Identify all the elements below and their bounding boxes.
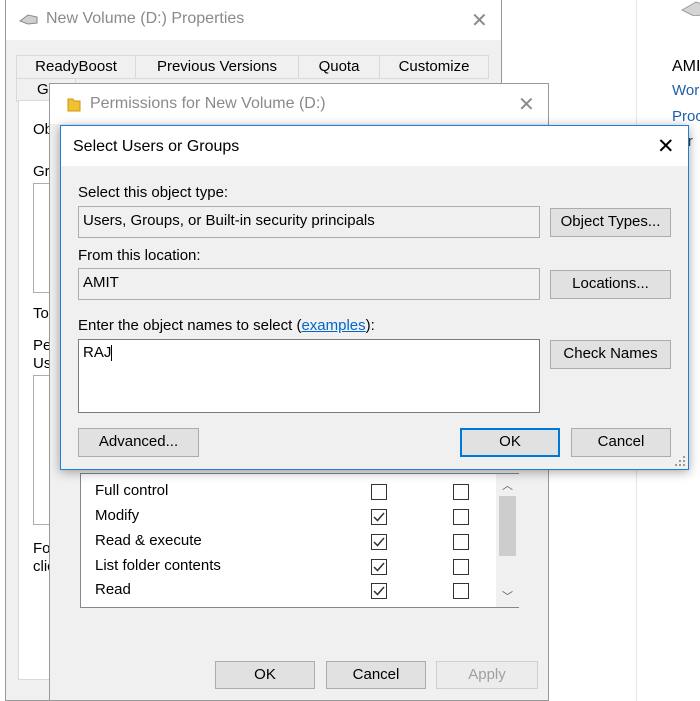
tab-customize[interactable]: Customize [379,55,489,79]
tab-readyboost[interactable]: ReadyBoost [16,55,136,79]
permission-row: Read & execute [95,532,202,556]
explorer-detail-line: Wor [672,82,700,99]
object-types-button[interactable]: Object Types... [550,208,671,237]
advanced-button[interactable]: Advanced... [78,428,199,457]
deny-checkbox[interactable] [453,484,469,500]
permission-row: List folder contents [95,557,221,581]
explorer-detail-line: Proc [672,108,700,125]
deny-checkbox[interactable] [453,509,469,525]
object-type-label: Select this object type: [78,184,229,201]
permission-label: Modify [95,507,140,524]
properties-title: New Volume (D:) Properties [46,10,245,27]
ok-button[interactable]: OK [460,428,560,457]
allow-checkbox[interactable] [371,583,387,599]
object-type-field: Users, Groups, or Built-in security prin… [78,206,540,238]
cancel-button[interactable]: Cancel [571,428,671,457]
apply-button[interactable]: Apply [436,661,538,689]
permissions-title: Permissions for New Volume (D:) [90,95,326,112]
permissions-list[interactable]: Full control Modify Read & execute List … [80,473,519,608]
ok-button[interactable]: OK [215,661,315,689]
scrollbar[interactable]: ︿ ﹀ [496,474,519,607]
scrollbar-thumb[interactable] [499,496,516,556]
deny-checkbox[interactable] [453,559,469,575]
check-names-button[interactable]: Check Names [550,340,671,369]
permission-label: Read & execute [95,532,202,549]
allow-checkbox[interactable] [371,559,387,575]
allow-checkbox[interactable] [371,484,387,500]
location-label: From this location: [78,247,201,264]
object-names-label-suffix: ): [365,317,375,334]
location-field: AMIT [78,268,540,300]
chevron-up-icon[interactable]: ︿ [500,477,515,492]
object-names-input[interactable]: RAJ [78,339,540,413]
cancel-button[interactable]: Cancel [326,661,426,689]
object-names-value: RAJ [83,344,112,361]
to-change-permissions-text: To [33,305,49,322]
permission-label: Full control [95,482,169,499]
drive-icon [18,14,38,25]
allow-checkbox[interactable] [371,534,387,550]
deny-checkbox[interactable] [453,583,469,599]
tab-previous-versions[interactable]: Previous Versions [135,55,299,79]
tab-quota[interactable]: Quota [298,55,380,79]
resize-grip-icon[interactable] [673,454,687,468]
permission-row: Full control [95,482,168,506]
locations-button[interactable]: Locations... [550,270,671,299]
close-icon[interactable]: ✕ [518,92,535,117]
explorer-drive-title: AMI [672,58,700,75]
object-names-label: Enter the object names to select (exampl… [78,317,375,334]
allow-checkbox[interactable] [371,509,387,525]
select-users-dialog: Select Users or Groups ✕ Select this obj… [60,125,689,470]
chevron-down-icon[interactable]: ﹀ [500,588,515,603]
folder-icon [67,98,81,112]
text-cursor [111,345,113,362]
object-names-label-prefix: Enter the object names to select ( [78,317,302,334]
permission-row: Read [95,581,131,605]
drive-icon [680,1,700,16]
dialog-title: Select Users or Groups [73,138,240,155]
close-icon[interactable]: ✕ [657,134,675,159]
examples-link[interactable]: examples [301,317,365,334]
deny-checkbox[interactable] [453,534,469,550]
permission-label: List folder contents [95,557,221,574]
permission-label: Read [95,581,131,598]
close-icon[interactable]: ✕ [471,8,488,33]
permission-row: Modify [95,507,139,531]
